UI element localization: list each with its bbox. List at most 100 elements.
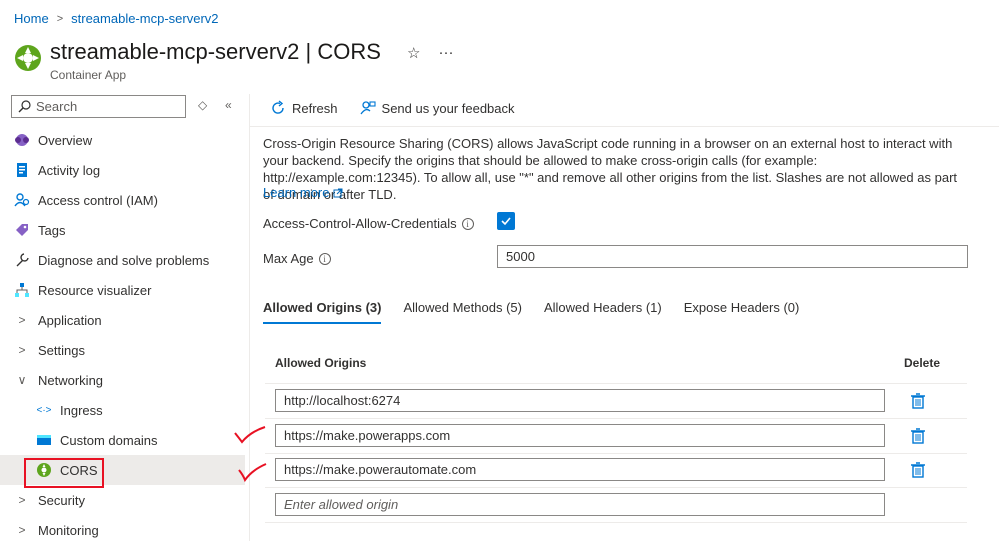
sidebar-item-label: Overview: [38, 132, 93, 148]
sidebar-item-cors[interactable]: CORS: [0, 455, 245, 485]
trash-icon[interactable]: [909, 461, 927, 479]
sidebar-item-overview[interactable]: Overview: [0, 125, 245, 155]
cors-tabs: Allowed Origins (3) Allowed Methods (5) …: [263, 300, 799, 324]
max-age-text: Max Age: [263, 251, 314, 266]
visualizer-icon: [14, 282, 30, 298]
table-row: https://make.powerapps.com: [265, 419, 967, 454]
custom-domain-icon: [36, 432, 52, 448]
sidebar-group-security[interactable]: > Security: [0, 485, 245, 515]
chevron-down-icon: ∨: [17, 373, 27, 387]
title-actions: ☆ ···: [407, 44, 453, 62]
table-row: http://localhost:6274: [265, 384, 967, 419]
tab-expose-headers[interactable]: Expose Headers (0): [684, 300, 800, 324]
star-icon[interactable]: ☆: [407, 44, 420, 62]
tag-icon: [14, 222, 30, 238]
chevron-right-icon: >: [18, 523, 26, 537]
breadcrumb: Home > streamable-mcp-serverv2: [14, 11, 219, 26]
sort-toggle-icon[interactable]: ◇: [198, 98, 207, 112]
sidebar-item-label: Settings: [38, 342, 85, 358]
sidebar-item-label: Resource visualizer: [38, 282, 152, 298]
container-app-icon: [15, 45, 41, 71]
trash-icon[interactable]: [909, 392, 927, 410]
toolbar-divider: [250, 126, 999, 127]
sidebar-item-ingress[interactable]: <·> Ingress: [0, 395, 245, 425]
new-origin-input[interactable]: Enter allowed origin: [275, 493, 885, 516]
page-subtitle: Container App: [50, 68, 127, 82]
info-icon[interactable]: i: [318, 252, 331, 265]
allow-credentials-checkbox[interactable]: [497, 212, 515, 230]
activity-log-icon: [14, 162, 30, 178]
origin-input[interactable]: http://localhost:6274: [275, 389, 885, 412]
sidebar-group-monitoring[interactable]: > Monitoring: [0, 515, 245, 541]
sidebar-divider: [249, 94, 250, 541]
sidebar-group-settings[interactable]: > Settings: [0, 335, 245, 365]
table-row: Enter allowed origin: [265, 488, 967, 523]
allow-credentials-text: Access-Control-Allow-Credentials: [263, 216, 457, 231]
ingress-icon: <·>: [36, 404, 52, 416]
sidebar-item-activity-log[interactable]: Activity log: [0, 155, 245, 185]
refresh-button[interactable]: Refresh: [270, 100, 338, 116]
sidebar: Search ◇ « Overview Activity log Access …: [0, 94, 245, 541]
search-placeholder: Search: [36, 99, 78, 114]
sidebar-item-label: Custom domains: [60, 432, 158, 448]
sidebar-search-input[interactable]: Search: [11, 95, 186, 118]
origin-input[interactable]: https://make.powerapps.com: [275, 424, 885, 447]
refresh-label: Refresh: [292, 100, 338, 116]
collapse-sidebar-icon[interactable]: «: [225, 98, 232, 112]
chevron-right-icon: >: [18, 493, 26, 507]
send-feedback-button[interactable]: Send us your feedback: [360, 100, 515, 116]
breadcrumb-home-link[interactable]: Home: [14, 11, 49, 26]
cors-icon: [36, 462, 52, 478]
sidebar-item-label: Security: [38, 492, 85, 508]
trash-icon[interactable]: [909, 427, 927, 445]
tab-allowed-origins[interactable]: Allowed Origins (3): [263, 300, 382, 324]
sidebar-item-label: CORS: [60, 462, 98, 478]
more-options-icon[interactable]: ···: [438, 44, 453, 62]
feedback-label: Send us your feedback: [381, 100, 515, 116]
external-link-icon: [333, 188, 343, 197]
sidebar-item-label: Activity log: [38, 162, 101, 178]
learn-more-label: Learn more: [263, 185, 330, 200]
table-row: https://make.powerautomate.com: [265, 453, 967, 488]
sidebar-item-diagnose[interactable]: Diagnose and solve problems: [0, 245, 245, 275]
chevron-right-icon: >: [18, 343, 26, 357]
sidebar-item-access-control[interactable]: Access control (IAM): [0, 185, 245, 215]
page-header: streamable-mcp-serverv2 | CORS Container…: [14, 38, 381, 82]
search-icon: [18, 100, 31, 113]
sidebar-item-label: Networking: [38, 372, 104, 388]
wrench-icon: [14, 252, 30, 268]
tab-allowed-headers[interactable]: Allowed Headers (1): [544, 300, 662, 324]
sidebar-item-label: Access control (IAM): [38, 192, 158, 208]
sidebar-item-label: Tags: [38, 222, 66, 238]
cors-description: Cross-Origin Resource Sharing (CORS) all…: [263, 136, 958, 202]
sidebar-item-label: Monitoring: [38, 522, 99, 538]
learn-more-link[interactable]: Learn more: [263, 185, 343, 200]
column-header-origins: Allowed Origins: [275, 356, 367, 370]
breadcrumb-resource-link[interactable]: streamable-mcp-serverv2: [71, 11, 218, 26]
breadcrumb-separator-icon: >: [56, 12, 64, 25]
sidebar-group-application[interactable]: > Application: [0, 305, 245, 335]
checkmark-icon: [501, 217, 511, 226]
info-icon[interactable]: i: [461, 217, 474, 230]
command-bar: Refresh Send us your feedback: [270, 100, 515, 116]
sidebar-item-label: Ingress: [60, 402, 103, 418]
sidebar-item-label: Diagnose and solve problems: [38, 252, 210, 268]
sidebar-item-resource-visualizer[interactable]: Resource visualizer: [0, 275, 245, 305]
column-header-delete: Delete: [904, 356, 941, 370]
page-title: streamable-mcp-serverv2 | CORS: [50, 39, 381, 64]
sidebar-group-networking[interactable]: ∨ Networking: [0, 365, 245, 395]
chevron-right-icon: >: [18, 313, 26, 327]
iam-icon: [14, 192, 30, 208]
max-age-input[interactable]: 5000: [497, 245, 968, 268]
sidebar-item-tags[interactable]: Tags: [0, 215, 245, 245]
sidebar-nav: Overview Activity log Access control (IA…: [0, 125, 245, 541]
sidebar-item-label: Application: [38, 312, 102, 328]
max-age-label: Max Age i: [263, 251, 331, 266]
origin-input[interactable]: https://make.powerautomate.com: [275, 458, 885, 481]
tab-allowed-methods[interactable]: Allowed Methods (5): [403, 300, 522, 324]
overview-icon: [14, 132, 30, 148]
allow-credentials-label: Access-Control-Allow-Credentials i: [263, 216, 474, 231]
refresh-icon: [272, 100, 284, 114]
sidebar-item-custom-domains[interactable]: Custom domains: [0, 425, 245, 455]
feedback-icon: [360, 101, 376, 115]
